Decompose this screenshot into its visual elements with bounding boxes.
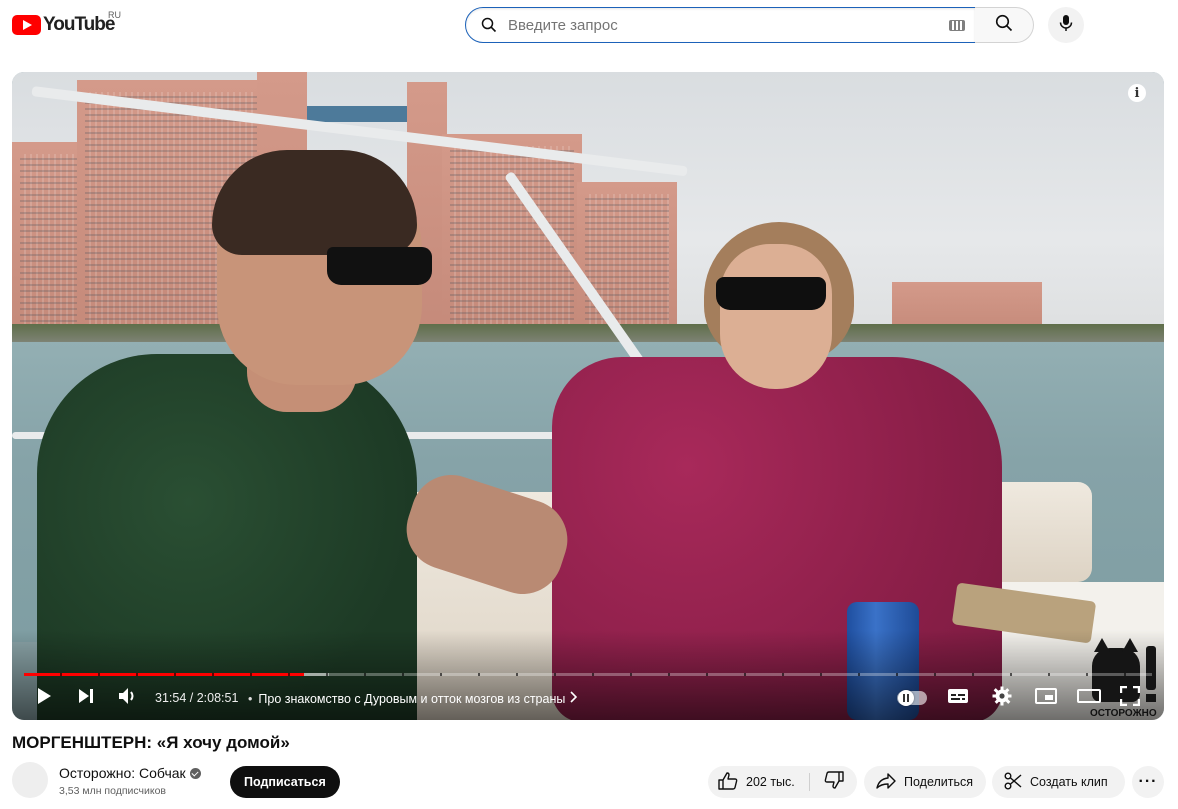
- player-controls: 31:54 / 2:08:51 • Про знакомство с Дуров…: [12, 682, 1164, 714]
- share-button[interactable]: Поделиться: [864, 766, 986, 798]
- top-bar: YouTube RU: [0, 0, 1178, 50]
- play-button[interactable]: [32, 686, 56, 710]
- miniplayer-icon: [1035, 687, 1057, 709]
- like-dislike-group: 202 тыс.: [708, 766, 857, 798]
- search-icon: [995, 14, 1013, 37]
- youtube-logo[interactable]: YouTube RU: [12, 10, 121, 36]
- chevron-right-icon: [569, 691, 578, 706]
- miniplayer-button[interactable]: [1034, 686, 1058, 710]
- time-display: 31:54 / 2:08:51: [155, 691, 239, 705]
- skip-next-icon: [77, 688, 95, 709]
- region-code: RU: [108, 10, 121, 20]
- like-count: 202 тыс.: [746, 775, 795, 789]
- action-buttons: 202 тыс. Поделиться Создать клип: [0, 766, 1178, 798]
- chapter-separator: •: [248, 691, 253, 706]
- gear-icon: [992, 686, 1012, 711]
- video-player[interactable]: i ОСТОРОЖНО 31:54 / 2:08:51 • Про знаком…: [12, 72, 1164, 720]
- volume-icon: [118, 687, 138, 710]
- video-frame: [12, 72, 1164, 720]
- play-icon: [36, 687, 52, 710]
- autoplay-toggle[interactable]: [897, 690, 927, 706]
- scissors-icon: [1004, 772, 1022, 793]
- pause-icon: [903, 694, 909, 702]
- youtube-play-icon: [12, 15, 41, 35]
- share-label: Поделиться: [904, 775, 974, 789]
- fullscreen-icon: [1119, 685, 1141, 711]
- microphone-icon: [1058, 14, 1074, 37]
- search-button[interactable]: [975, 7, 1034, 43]
- thumbs-down-icon: [824, 770, 844, 794]
- like-button[interactable]: 202 тыс.: [708, 766, 808, 798]
- theater-icon: [1077, 688, 1101, 708]
- search-box[interactable]: [465, 7, 976, 43]
- clip-label: Создать клип: [1030, 775, 1108, 789]
- create-clip-button[interactable]: Создать клип: [992, 766, 1125, 798]
- dislike-button[interactable]: [810, 766, 857, 798]
- more-actions-button[interactable]: ···: [1132, 766, 1164, 798]
- keyboard-icon[interactable]: [949, 20, 965, 31]
- info-icon[interactable]: i: [1128, 84, 1146, 102]
- search-input[interactable]: [508, 14, 938, 36]
- chapter-title[interactable]: • Про знакомство с Дуровым и отток мозго…: [248, 691, 578, 706]
- search-bar: [465, 7, 1034, 43]
- chapter-title-text: Про знакомство с Дуровым и отток мозгов …: [258, 691, 566, 706]
- theater-mode-button[interactable]: [1076, 686, 1102, 710]
- voice-search-button[interactable]: [1048, 7, 1084, 43]
- captions-icon: [947, 688, 969, 709]
- progress-bar[interactable]: [24, 673, 1152, 676]
- mute-button[interactable]: [116, 686, 140, 710]
- search-icon: [481, 17, 497, 38]
- more-horizontal-icon: ···: [1138, 773, 1158, 790]
- next-button[interactable]: [74, 686, 98, 710]
- share-icon: [876, 772, 896, 792]
- video-title: МОРГЕНШТЕРН: «Я хочу домой»: [12, 733, 290, 752]
- chapter-markers: [24, 673, 1152, 676]
- fullscreen-button[interactable]: [1118, 685, 1142, 711]
- thumbs-up-icon: [718, 771, 738, 793]
- settings-button[interactable]: [990, 686, 1014, 710]
- subtitles-button[interactable]: [946, 686, 970, 710]
- logo-text: YouTube: [43, 14, 115, 35]
